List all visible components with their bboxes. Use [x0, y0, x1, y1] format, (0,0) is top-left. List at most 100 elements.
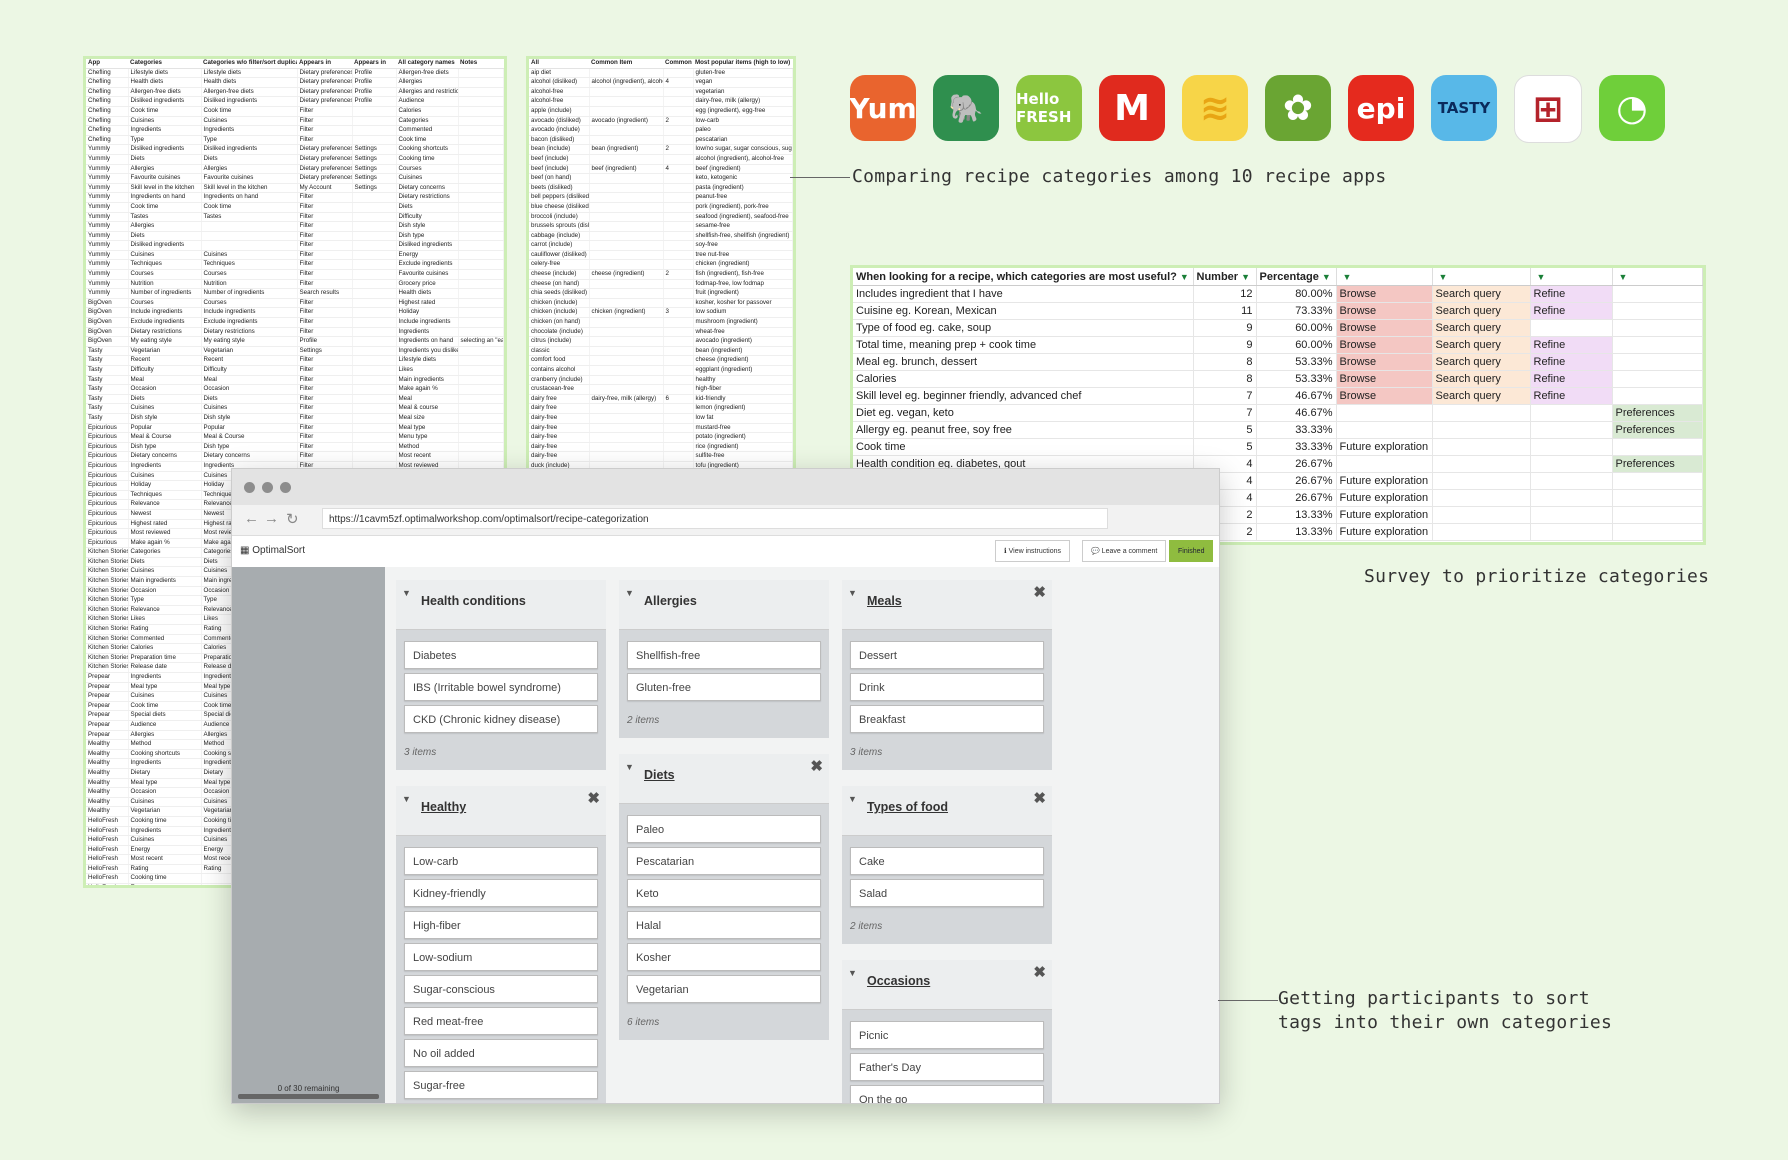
finished-button[interactable]: Finished — [1169, 540, 1214, 562]
survey-column-header[interactable]: Percentage ▼ — [1256, 268, 1337, 286]
sort-card[interactable]: Sugar-conscious — [404, 975, 598, 1003]
table-cell: Cooking time — [128, 873, 202, 885]
survey-cell — [1336, 404, 1433, 422]
sort-card[interactable]: Cake — [850, 847, 1044, 875]
sort-card[interactable]: No oil added — [404, 1039, 598, 1067]
table-cell: Cuisines — [128, 250, 202, 261]
sort-card[interactable]: Halal — [627, 911, 821, 939]
category-header[interactable]: ▼ Types of food ✖ — [842, 786, 1052, 836]
table-cell: classic — [529, 346, 590, 357]
category-header[interactable]: ▼ Meals ✖ — [842, 580, 1052, 630]
collapse-triangle-icon[interactable]: ▼ — [402, 588, 411, 598]
category-header[interactable]: ▼ Allergies — [619, 580, 829, 630]
sort-card[interactable]: Paleo — [627, 815, 821, 843]
sort-card[interactable]: Red meat-free — [404, 1007, 598, 1035]
filter-icon[interactable]: ▼ — [1343, 272, 1352, 282]
table-cell: Filter — [297, 221, 353, 232]
category-title[interactable]: Health conditions — [421, 594, 526, 608]
filter-icon[interactable]: ▼ — [1619, 272, 1628, 282]
table-cell — [589, 240, 664, 251]
filter-icon[interactable]: ▼ — [1537, 272, 1546, 282]
survey-column-header[interactable]: ▼ — [1336, 268, 1433, 286]
sort-card[interactable]: CKD (Chronic kidney disease) — [404, 705, 598, 733]
collapse-triangle-icon[interactable]: ▼ — [848, 588, 857, 598]
filter-icon[interactable]: ▼ — [1439, 272, 1448, 282]
sort-card[interactable]: Diabetes — [404, 641, 598, 669]
reload-icon[interactable]: ↻ — [286, 510, 299, 528]
sort-card[interactable]: Breakfast — [850, 705, 1044, 733]
sort-card[interactable]: Low-carb — [404, 847, 598, 875]
filter-icon[interactable]: ▼ — [1322, 272, 1331, 282]
close-icon[interactable]: ✖ — [1033, 963, 1046, 981]
close-icon[interactable]: ✖ — [1033, 789, 1046, 807]
survey-cell: 7 — [1193, 387, 1257, 405]
table-cell — [589, 212, 664, 223]
category-box: ▼ Allergies Shellfish-free Gluten-free 2 ite… — [619, 580, 829, 738]
window-dot-3[interactable] — [280, 482, 291, 493]
category-header[interactable]: ▼ Healthy ✖ — [396, 786, 606, 836]
survey-cell: 11 — [1193, 302, 1257, 320]
table-cell: Yummly — [86, 164, 129, 175]
collapse-triangle-icon[interactable]: ▼ — [625, 588, 634, 598]
category-title[interactable]: Diets — [644, 768, 675, 782]
filter-icon[interactable]: ▼ — [1241, 272, 1250, 282]
table-cell: Filter — [297, 116, 353, 127]
sort-card[interactable]: Dessert — [850, 641, 1044, 669]
table-cell: Commented — [396, 125, 459, 136]
table-cell: Prepear — [86, 682, 129, 693]
table-row: cheese (on hand) fodmap-free, low fodmap — [529, 279, 793, 290]
sort-card[interactable]: Salad — [850, 879, 1044, 907]
category-title[interactable]: Types of food — [867, 800, 948, 814]
url-field[interactable]: https://1cavm5zf.optimalworkshop.com/opt… — [322, 508, 1108, 529]
category-title[interactable]: Allergies — [644, 594, 697, 608]
sort-card[interactable]: Vegetarian — [627, 975, 821, 1003]
compare-caption: Comparing recipe categories among 10 rec… — [852, 166, 1387, 187]
window-dot-1[interactable] — [244, 482, 255, 493]
sort-card[interactable]: Kidney-friendly — [404, 879, 598, 907]
collapse-triangle-icon[interactable]: ▼ — [625, 762, 634, 772]
sort-card[interactable]: Low-sodium — [404, 943, 598, 971]
category-header[interactable]: ▼ Occasions ✖ — [842, 960, 1052, 1010]
close-icon[interactable]: ✖ — [810, 757, 823, 775]
collapse-triangle-icon[interactable]: ▼ — [402, 794, 411, 804]
category-header[interactable]: ▼ Health conditions — [396, 580, 606, 630]
table-cell: Epicurious — [86, 490, 129, 501]
filter-icon[interactable]: ▼ — [1180, 272, 1189, 282]
window-dot-2[interactable] — [262, 482, 273, 493]
table-cell — [589, 413, 664, 424]
sort-card[interactable]: IBS (Irritable bowel syndrome) — [404, 673, 598, 701]
collapse-triangle-icon[interactable]: ▼ — [848, 968, 857, 978]
forward-arrow-icon[interactable]: → — [264, 510, 279, 527]
sort-card[interactable]: Shellfish-free — [627, 641, 821, 669]
sort-card[interactable]: Gluten-free — [627, 673, 821, 701]
table-cell: Cuisines — [128, 403, 202, 414]
category-title[interactable]: Occasions — [867, 974, 930, 988]
sort-card[interactable]: Sugar-free — [404, 1071, 598, 1099]
sort-card[interactable]: High-fiber — [404, 911, 598, 939]
survey-column-header[interactable]: ▼ — [1530, 268, 1613, 286]
back-arrow-icon[interactable]: ← — [244, 510, 259, 527]
table-row: BigOven Exclude ingredients Exclude ingred… — [86, 317, 504, 328]
survey-column-header[interactable]: ▼ — [1612, 268, 1703, 286]
collapse-triangle-icon[interactable]: ▼ — [848, 794, 857, 804]
survey-column-header[interactable]: ▼ — [1432, 268, 1531, 286]
sort-card[interactable]: Father's Day — [850, 1053, 1044, 1081]
view-instructions-button[interactable]: ℹ View instructions — [995, 540, 1071, 562]
yum-app-icon: Yum — [850, 75, 916, 141]
sort-card[interactable]: Picnic — [850, 1021, 1044, 1049]
sort-card[interactable]: Pescatarian — [627, 847, 821, 875]
sort-card[interactable]: Kosher — [627, 943, 821, 971]
sort-card[interactable]: Drink — [850, 673, 1044, 701]
category-title[interactable]: Healthy — [421, 800, 466, 814]
category-header[interactable]: ▼ Diets ✖ — [619, 754, 829, 804]
category-title[interactable]: Meals — [867, 594, 902, 608]
sort-card[interactable]: On the go — [850, 1085, 1044, 1103]
survey-column-header[interactable]: Number ▼ — [1193, 268, 1257, 286]
survey-column-header[interactable]: When looking for a recipe, which categor… — [853, 268, 1194, 286]
table-row: Tasty Recent Recent Filter Lifestyle diets — [86, 355, 504, 366]
sort-card[interactable]: Keto — [627, 879, 821, 907]
table-cell: Cook time — [128, 202, 202, 213]
close-icon[interactable]: ✖ — [1033, 583, 1046, 601]
leave-comment-button[interactable]: 💬 Leave a comment — [1082, 540, 1167, 562]
close-icon[interactable]: ✖ — [587, 789, 600, 807]
